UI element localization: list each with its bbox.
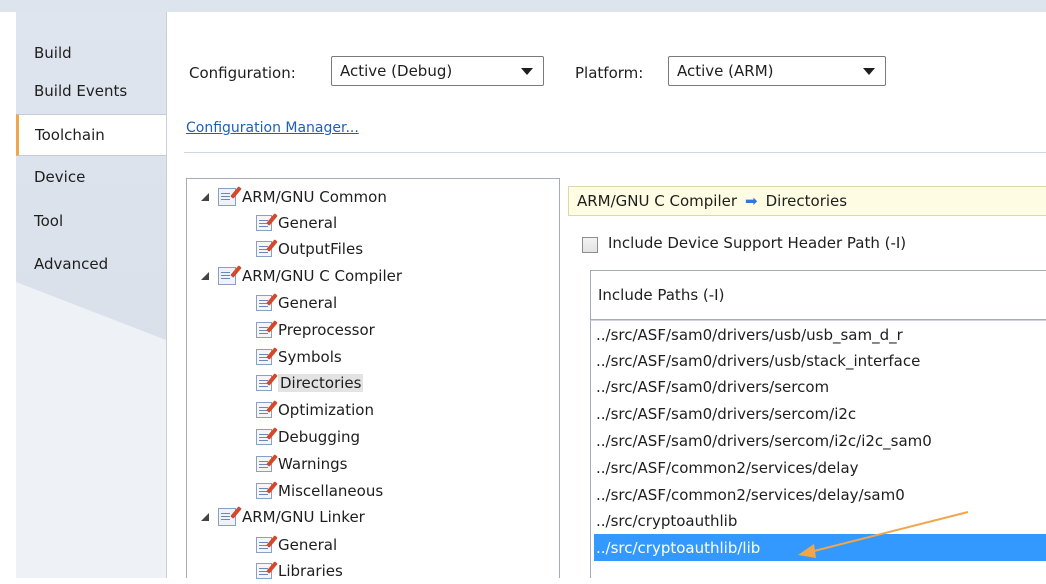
platform-select[interactable]: Active (ARM) — [668, 56, 886, 86]
property-page-icon — [256, 375, 272, 391]
property-page-icon — [218, 508, 236, 526]
arrow-right-icon: ➡ — [745, 192, 758, 210]
tree-item-optimization[interactable]: Optimization — [256, 397, 374, 423]
tree-item-warnings[interactable]: Warnings — [256, 451, 348, 477]
tree-item-preprocessor[interactable]: Preprocessor — [256, 317, 375, 343]
include-path-item[interactable]: ../src/ASF/sam0/drivers/usb/stack_interf… — [594, 348, 1046, 374]
property-page-icon — [256, 215, 272, 231]
property-page-icon — [256, 483, 272, 499]
tab-advanced[interactable]: Advanced — [16, 243, 166, 285]
tree-item-label: Preprocessor — [278, 321, 375, 339]
tree-group-arm-gnu-linker[interactable]: ARM/GNU Linker — [200, 504, 365, 530]
tree-group-label: ARM/GNU Linker — [242, 508, 365, 526]
breadcrumb-part: ARM/GNU C Compiler — [577, 192, 738, 210]
include-path-item[interactable]: ../src/ASF/sam0/drivers/sercom — [594, 374, 1046, 400]
property-page-icon — [218, 267, 236, 285]
tree-item-label: Miscellaneous — [278, 482, 384, 500]
property-page-icon — [256, 295, 272, 311]
tree-item-symbols[interactable]: Symbols — [256, 344, 342, 370]
tab-build[interactable]: Build — [16, 32, 166, 74]
tree-item-directories[interactable]: Directories — [256, 370, 364, 396]
tab-divider — [166, 12, 167, 578]
property-page-icon — [256, 456, 272, 472]
property-page-icon — [256, 402, 272, 418]
collapse-triangle-icon[interactable] — [200, 512, 210, 522]
tree-group-arm-gnu-common[interactable]: ARM/GNU Common — [200, 184, 387, 210]
tree-group-label: ARM/GNU Common — [242, 188, 387, 206]
property-page-icon — [256, 563, 272, 579]
tree-item-label: Directories — [278, 374, 364, 392]
property-page-icon — [218, 188, 236, 206]
breadcrumb-part: Directories — [765, 192, 848, 210]
tab-build-events[interactable]: Build Events — [16, 70, 166, 112]
tree-item-label: Libraries — [278, 562, 343, 580]
tree-item-label: Debugging — [278, 428, 361, 446]
divider — [184, 152, 1046, 153]
tree-item-label: General — [278, 214, 338, 232]
tree-item-label: Optimization — [278, 401, 374, 419]
property-page-icon — [256, 349, 272, 365]
configuration-value: Active (Debug) — [340, 62, 453, 80]
tree-item-label: Warnings — [278, 455, 348, 473]
collapse-triangle-icon[interactable] — [200, 192, 210, 202]
chevron-down-icon — [863, 68, 875, 75]
property-page-icon — [256, 322, 272, 338]
tab-tool[interactable]: Tool — [16, 200, 166, 242]
tree-item-general[interactable]: General — [256, 532, 337, 558]
tree-item-label: Symbols — [278, 348, 342, 366]
tree-item-libraries[interactable]: Libraries — [256, 558, 343, 584]
tree-item-outputfiles[interactable]: OutputFiles — [256, 236, 363, 262]
property-page-icon — [256, 429, 272, 445]
tree-group-arm-gnu-c-compiler[interactable]: ARM/GNU C Compiler — [200, 263, 402, 289]
include-path-item[interactable]: ../src/ASF/common2/services/delay/sam0 — [594, 482, 1046, 508]
breadcrumb: ARM/GNU C Compiler ➡ Directories — [568, 186, 1046, 216]
tree-item-label: General — [278, 536, 338, 554]
tree-group-label: ARM/GNU C Compiler — [242, 267, 403, 285]
configuration-select[interactable]: Active (Debug) — [331, 56, 544, 86]
tree-item-label: OutputFiles — [278, 240, 364, 258]
platform-value: Active (ARM) — [677, 62, 774, 80]
tree-item-miscellaneous[interactable]: Miscellaneous — [256, 478, 383, 504]
include-path-item[interactable]: ../src/ASF/common2/services/delay — [594, 455, 1046, 481]
tree-item-label: General — [278, 294, 338, 312]
chevron-down-icon — [521, 68, 533, 75]
tree-item-debugging[interactable]: Debugging — [256, 424, 360, 450]
include-path-item[interactable]: ../src/ASF/sam0/drivers/sercom/i2c — [594, 401, 1046, 427]
tree-item-general[interactable]: General — [256, 210, 337, 236]
tab-device[interactable]: Device — [16, 156, 166, 198]
collapse-triangle-icon[interactable] — [200, 271, 210, 281]
include-path-item-selected[interactable]: ../src/cryptoauthlib/lib — [594, 534, 1046, 561]
tree-item-general[interactable]: General — [256, 290, 337, 316]
window-top-strip — [0, 0, 1046, 12]
include-paths-header: Include Paths (-I) — [598, 286, 725, 304]
include-path-item[interactable]: ../src/ASF/sam0/drivers/usb/usb_sam_d_r — [594, 322, 1046, 348]
property-page-icon — [256, 241, 272, 257]
configuration-manager-link[interactable]: Configuration Manager... — [186, 120, 359, 136]
tab-toolchain[interactable]: Toolchain — [16, 114, 167, 156]
include-device-support-label: Include Device Support Header Path (-I) — [608, 234, 907, 252]
include-path-item[interactable]: ../src/ASF/sam0/drivers/sercom/i2c/i2c_s… — [594, 428, 1046, 454]
property-page-icon — [256, 537, 272, 553]
include-path-item[interactable]: ../src/cryptoauthlib — [594, 508, 1046, 534]
configuration-label: Configuration: — [189, 64, 296, 82]
platform-label: Platform: — [575, 64, 644, 82]
include-device-support-checkbox[interactable] — [582, 237, 598, 253]
